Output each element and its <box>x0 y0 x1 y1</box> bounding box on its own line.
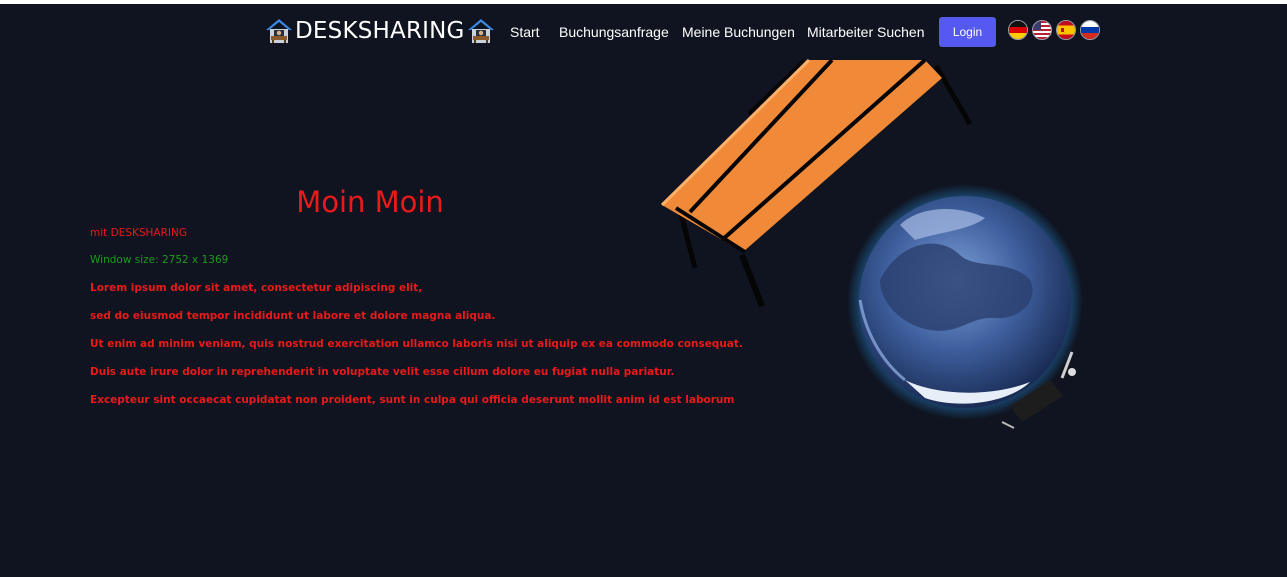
navbar: DESKSHARING Start Buchungsanfrage Meine … <box>0 4 1287 60</box>
spain-flag-icon[interactable] <box>1056 20 1076 40</box>
language-switcher <box>1008 20 1100 40</box>
nav-buchungsanfrage[interactable]: Buchungsanfrage <box>559 24 669 40</box>
hero-title: Moin Moin <box>296 185 444 219</box>
usa-flag-icon[interactable] <box>1032 20 1052 40</box>
lorem-line: Excepteur sint occaecat cupidatat non pr… <box>90 394 735 406</box>
germany-flag-icon[interactable] <box>1008 20 1028 40</box>
desk-house-icon <box>265 17 293 45</box>
nav-start[interactable]: Start <box>510 24 540 40</box>
brand-name: DESKSHARING <box>295 18 465 44</box>
window-size-text: Window size: 2752 x 1369 <box>90 254 229 266</box>
globe-illustration <box>847 184 1083 429</box>
hero-subtitle: mit DESKSHARING <box>90 227 187 239</box>
brand-logo[interactable]: DESKSHARING <box>265 16 495 46</box>
russia-flag-icon[interactable] <box>1080 20 1100 40</box>
lorem-line: Duis aute irure dolor in reprehenderit i… <box>90 366 675 378</box>
desk-illustration <box>660 58 973 308</box>
lorem-line: Lorem ipsum dolor sit amet, consectetur … <box>90 282 423 294</box>
lorem-line: Ut enim ad minim veniam, quis nostrud ex… <box>90 338 743 350</box>
nav-mitarbeiter-suchen[interactable]: Mitarbeiter Suchen <box>807 24 925 40</box>
nav-meine-buchungen[interactable]: Meine Buchungen <box>682 24 795 40</box>
login-button[interactable]: Login <box>939 17 996 47</box>
lorem-line: sed do eiusmod tempor incididunt ut labo… <box>90 310 496 322</box>
desk-house-icon <box>467 17 495 45</box>
